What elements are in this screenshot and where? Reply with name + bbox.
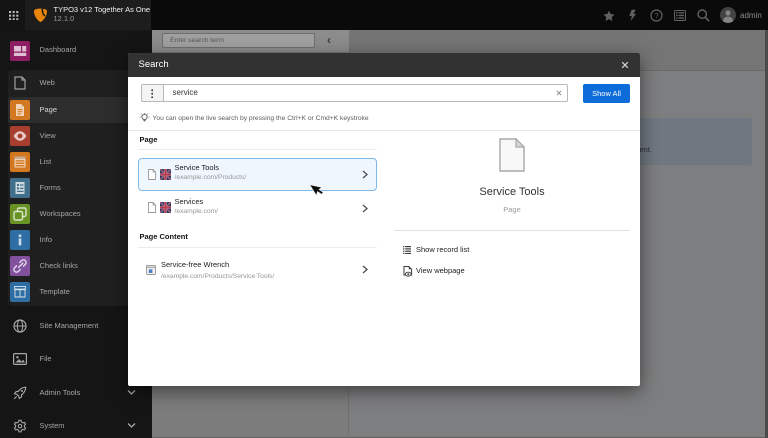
svg-text:?: ? [654,11,658,20]
